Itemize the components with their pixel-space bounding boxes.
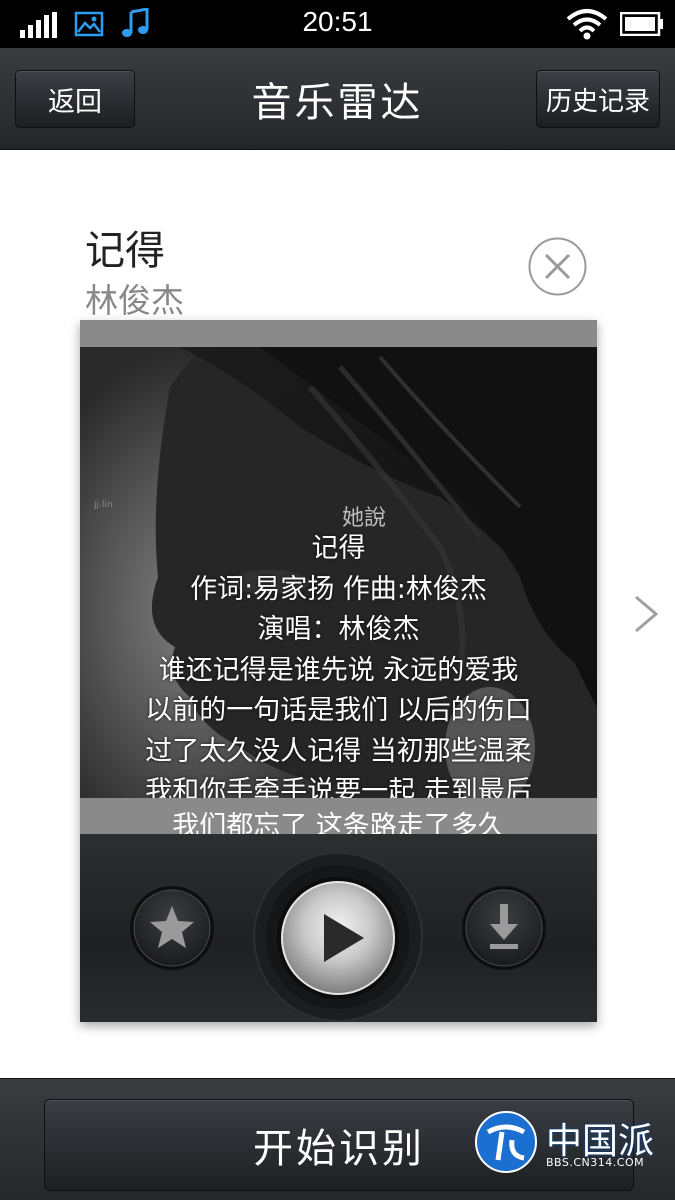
lyric-line: 谁还记得是谁先说 永远的爱我 [158, 654, 519, 686]
watermark-logo-icon [475, 1111, 537, 1173]
lyric-partial-line: 我们都忘了 这条路走了多久 [172, 811, 505, 834]
song-card: 她說 jj.lin 记得 作词:易家扬 作曲:林俊杰 演唱：林俊杰 谁还记得是谁… [80, 320, 597, 1022]
lyric-line: 记得 [311, 533, 366, 564]
close-icon[interactable] [527, 236, 588, 297]
lyric-partial-bar: 我们都忘了 这条路走了多久 [80, 798, 597, 834]
lyric-line: 演唱：林俊杰 [257, 614, 420, 645]
wifi-icon [566, 9, 608, 40]
lyrics-block: 记得 作词:易家扬 作曲:林俊杰 演唱：林俊杰 谁还记得是谁先说 永远的爱我 以… [80, 529, 597, 813]
card-top-bar [80, 320, 597, 347]
watermark: 中国派 BBS.CN314.COM [474, 1110, 664, 1174]
history-button[interactable]: 历史记录 [536, 70, 660, 128]
song-title: 记得 [85, 228, 165, 274]
album-cover: 她說 jj.lin 记得 作词:易家扬 作曲:林俊杰 演唱：林俊杰 谁还记得是谁… [80, 347, 597, 825]
song-artist: 林俊杰 [85, 281, 184, 320]
title-bar: 返回 音乐雷达 历史记录 [0, 48, 675, 150]
lyric-line: 以前的一句话是我们 以后的伤口 [145, 695, 532, 726]
player-controls [80, 834, 597, 1022]
lyric-line: 过了太久没人记得 当初那些温柔 [145, 735, 532, 767]
cover-overlay-text: 她說 [342, 506, 386, 531]
play-button[interactable] [276, 876, 400, 1000]
favorite-button[interactable] [128, 884, 216, 972]
watermark-url: BBS.CN314.COM [546, 1156, 645, 1169]
battery-icon [620, 12, 663, 36]
chevron-right-icon[interactable] [632, 594, 660, 634]
status-bar: 20:51 [0, 0, 675, 48]
cover-small-text: jj.lin [93, 500, 113, 510]
download-button[interactable] [460, 884, 548, 972]
lyric-line: 作词:易家扬 作曲:林俊杰 [190, 573, 487, 605]
